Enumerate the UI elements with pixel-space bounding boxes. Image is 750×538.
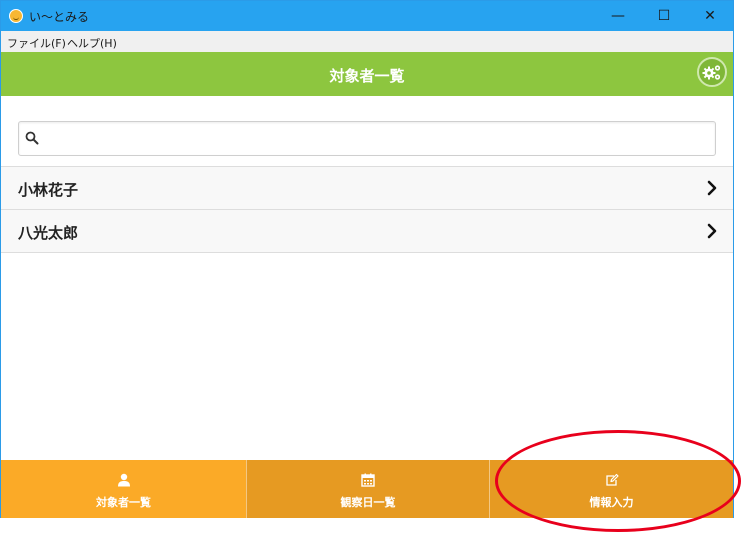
- settings-button[interactable]: [697, 57, 727, 87]
- tab-label: 対象者一覧: [96, 496, 151, 509]
- list-item[interactable]: 八光太郎: [1, 209, 733, 253]
- page-header: 対象者一覧: [1, 52, 733, 96]
- minimize-button[interactable]: —: [595, 1, 641, 31]
- close-button[interactable]: ✕: [687, 1, 733, 31]
- gears-icon: [702, 65, 721, 80]
- search-icon: [25, 131, 39, 145]
- page-title: 対象者一覧: [329, 67, 405, 85]
- user-icon: [117, 473, 130, 487]
- app-icon: [9, 9, 23, 23]
- search-box: [18, 121, 716, 156]
- title-bar[interactable]: い〜とみる — ☐ ✕: [1, 1, 733, 31]
- menu-help[interactable]: ヘルプ(H): [67, 35, 117, 51]
- menu-file[interactable]: ファイル(F): [7, 35, 66, 51]
- list-item[interactable]: 小林花子: [1, 166, 733, 209]
- tab-observation-dates[interactable]: 観察日一覧: [246, 460, 489, 518]
- window-title: い〜とみる: [29, 10, 90, 24]
- tab-subject-list[interactable]: 対象者一覧: [1, 460, 246, 518]
- chevron-right-icon: [707, 180, 717, 196]
- list-item-label: 小林花子: [18, 181, 79, 199]
- menu-bar: ファイル(F) ヘルプ(H): [1, 31, 733, 52]
- highlight-annotation: [495, 430, 741, 532]
- search-input[interactable]: [47, 126, 711, 153]
- chevron-right-icon: [707, 223, 717, 239]
- list-item-label: 八光太郎: [18, 224, 79, 242]
- calendar-icon: [361, 473, 375, 487]
- subject-list: 小林花子 八光太郎: [1, 166, 733, 253]
- tab-label: 観察日一覧: [340, 496, 396, 509]
- maximize-button[interactable]: ☐: [641, 1, 687, 31]
